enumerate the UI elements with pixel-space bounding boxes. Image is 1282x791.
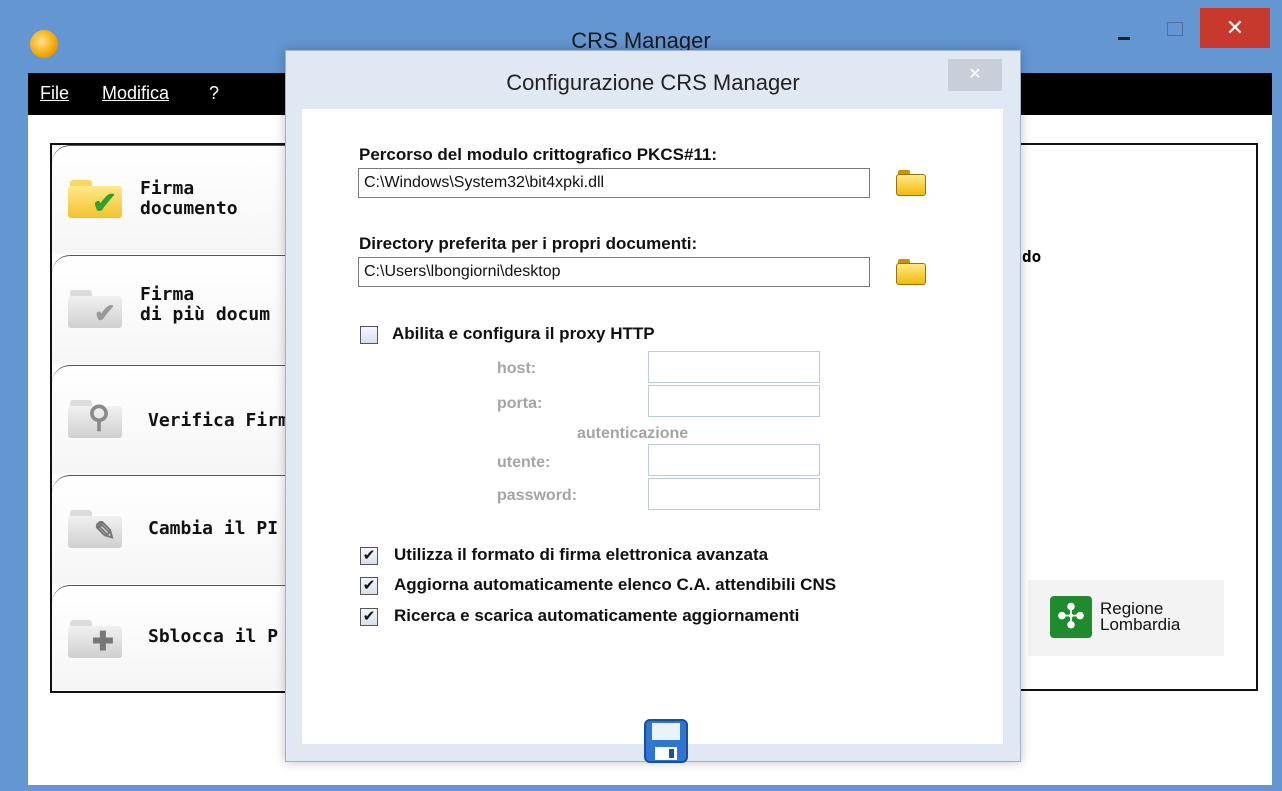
option-aggiornamenti-checkbox[interactable]: ✔ [360, 608, 378, 626]
pkcs-path-field[interactable] [358, 168, 870, 198]
regione-logo-text: Regione Lombardia [1100, 599, 1181, 634]
close-button[interactable]: ✕ [1200, 8, 1270, 48]
option-aggiornamenti-label: Ricerca e scarica automaticamente aggior… [394, 606, 800, 625]
firma-piu-documenti-button[interactable]: ✔ Firma di più docum [52, 255, 312, 364]
docs-label: Directory preferita per i propri documen… [359, 234, 698, 253]
option-firma-avanzata-label: Utilizza il formato di firma elettronica… [394, 545, 769, 564]
folder-multi-icon: ✔ [68, 290, 124, 330]
proxy-enable-label: Abilita e configura il proxy HTTP [392, 324, 655, 343]
folder-wrench-icon: ✎ [68, 510, 124, 550]
docs-browse-folder-icon[interactable] [896, 259, 926, 285]
verifica-firma-button[interactable]: ⚲ Verifica Firm [52, 365, 312, 474]
functions-panel: ✔ Firma documento ✔ Firma di più docum ⚲ [50, 143, 312, 693]
proxy-porta-label: porta: [497, 395, 543, 412]
save-icon[interactable] [642, 717, 690, 765]
pkcs-label: Percorso del modulo crittografico PKCS#1… [359, 145, 718, 164]
dialog-close-button[interactable]: ✕ [948, 59, 1002, 91]
verifica-firma-label: Verifica Firm [148, 410, 289, 431]
maximize-button[interactable] [1150, 8, 1200, 48]
proxy-utente-field[interactable] [648, 444, 820, 476]
menu-help[interactable]: ? [209, 83, 219, 104]
pkcs-browse-folder-icon[interactable] [896, 170, 926, 196]
folder-check-icon: ✔ [68, 180, 124, 220]
firma-documento-label-line2: documento [140, 198, 238, 219]
dialog-title: Configurazione CRS Manager [506, 70, 800, 95]
sblocca-pin-label: Sblocca il P [148, 626, 279, 647]
proxy-password-field[interactable] [648, 478, 820, 510]
folder-search-icon: ⚲ [68, 400, 124, 440]
firma-piu-label-line2: di più docum [140, 304, 271, 325]
option-firma-avanzata-checkbox[interactable]: ✔ [360, 547, 378, 565]
option-aggiorna-ca-label: Aggiorna automaticamente elenco C.A. att… [394, 575, 837, 594]
regione-lombardia-logo: ✣ Regione Lombardia [1028, 580, 1224, 656]
proxy-password-label: password: [497, 487, 578, 504]
proxy-utente-label: utente: [497, 454, 551, 471]
option-aggiorna-ca-checkbox[interactable]: ✔ [360, 577, 378, 595]
sblocca-pin-button[interactable]: ✚ Sblocca il P [52, 585, 312, 690]
proxy-host-field[interactable] [648, 351, 820, 383]
firma-documento-button[interactable]: ✔ Firma documento [52, 145, 312, 254]
proxy-porta-field[interactable] [648, 385, 820, 417]
menu-modifica[interactable]: Modifica [102, 83, 169, 104]
cambia-pin-button[interactable]: ✎ Cambia il PI [52, 475, 312, 584]
firma-documento-label-line1: Firma [140, 178, 195, 199]
config-dialog: Configurazione CRS Manager ✕ Percorso de… [285, 50, 1021, 763]
folder-puzzle-icon: ✚ [68, 620, 124, 660]
menu-file[interactable]: File [40, 83, 69, 104]
minimize-button[interactable] [1100, 8, 1150, 48]
firma-piu-label-line1: Firma [140, 284, 195, 305]
proxy-enable-checkbox[interactable] [360, 326, 378, 344]
info-text: do [1022, 247, 1042, 266]
proxy-auth-label: autenticazione [577, 425, 689, 442]
docs-path-field[interactable] [358, 257, 870, 287]
regione-mark-icon: ✣ [1050, 596, 1092, 638]
proxy-host-label: host: [497, 360, 537, 377]
cambia-pin-label: Cambia il PI [148, 518, 279, 539]
dialog-body: Percorso del modulo crittografico PKCS#1… [302, 109, 1003, 763]
